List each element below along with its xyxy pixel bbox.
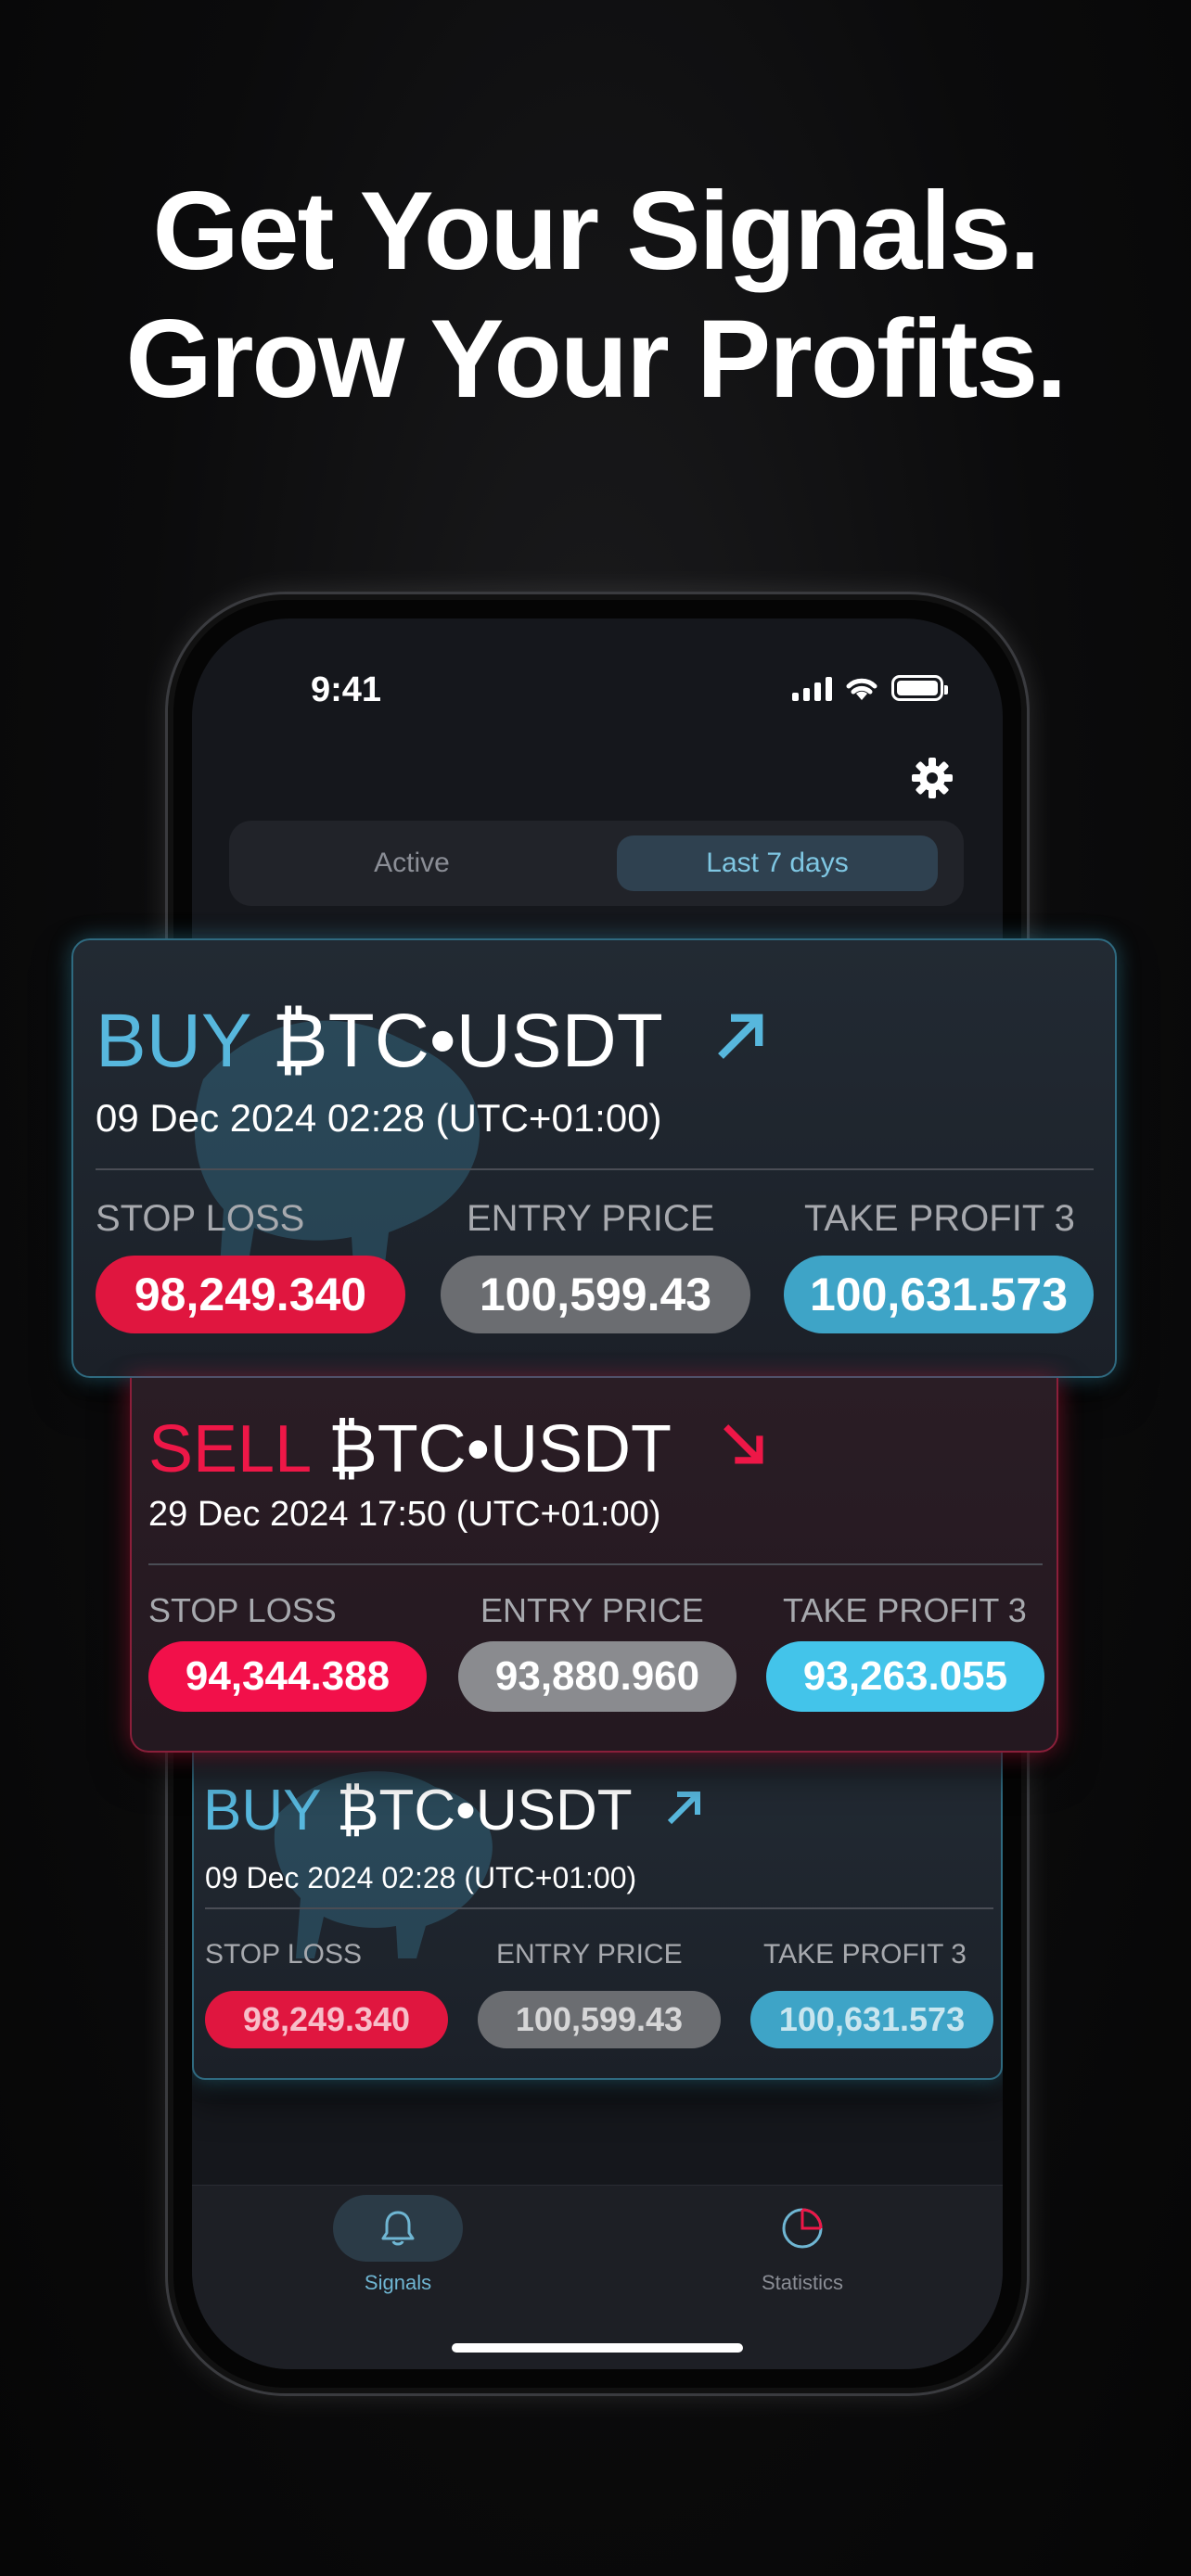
signal-pair: ₿TC•USDT bbox=[327, 1412, 671, 1486]
signal-date: 09 Dec 2024 02:28 (UTC+01:00) bbox=[205, 1861, 637, 1894]
signal-side: BUY bbox=[203, 1779, 321, 1843]
arrow-down-right-icon bbox=[723, 1424, 763, 1464]
stop-loss-label: STOP LOSS bbox=[96, 1198, 305, 1239]
home-indicator bbox=[452, 2343, 743, 2353]
arrow-up-right-icon bbox=[667, 1792, 700, 1825]
wifi-icon bbox=[846, 678, 877, 700]
entry-price-label: ENTRY PRICE bbox=[480, 1591, 704, 1629]
take-profit-value: 93,263.055 bbox=[766, 1641, 1044, 1712]
nav-statistics[interactable]: Statistics bbox=[710, 2195, 895, 2295]
bottom-navigation: Signals Statistics bbox=[192, 2185, 1003, 2369]
stop-loss-label: STOP LOSS bbox=[205, 1939, 362, 1970]
signal-title: BUY ₿TC•USDT bbox=[203, 1778, 707, 1843]
pie-chart-icon bbox=[782, 2208, 823, 2249]
stop-loss-value: 94,344.388 bbox=[148, 1641, 427, 1712]
gear-icon[interactable] bbox=[910, 756, 954, 800]
signal-card-3[interactable]: BUY ₿TC•USDT 09 Dec 2024 02:28 (UTC+01:0… bbox=[192, 1748, 1003, 2080]
signal-pair: ₿TC•USDT bbox=[271, 999, 662, 1083]
card-divider bbox=[205, 1907, 993, 1909]
cellular-signal-icon bbox=[792, 675, 832, 701]
entry-price-value: 100,599.43 bbox=[441, 1256, 750, 1333]
signal-pair: ₿TC•USDT bbox=[336, 1779, 632, 1843]
stop-loss-value: 98,249.340 bbox=[96, 1256, 405, 1333]
card-divider bbox=[148, 1563, 1043, 1565]
signal-date: 09 Dec 2024 02:28 (UTC+01:00) bbox=[96, 1096, 662, 1140]
status-time: 9:41 bbox=[311, 670, 382, 709]
headline: Get Your Signals. Grow Your Profits. bbox=[0, 167, 1191, 423]
take-profit-label: TAKE PROFIT 3 bbox=[783, 1591, 1027, 1629]
tab-active[interactable]: Active bbox=[251, 835, 572, 891]
entry-price-value: 100,599.43 bbox=[478, 1991, 721, 2048]
tab-last-7-days[interactable]: Last 7 days bbox=[617, 835, 938, 891]
signal-card-1[interactable]: BUY ₿TC•USDT 09 Dec 2024 02:28 (UTC+01:0… bbox=[71, 938, 1117, 1378]
stop-loss-label: STOP LOSS bbox=[148, 1591, 337, 1629]
battery-icon bbox=[891, 675, 948, 701]
entry-price-label: ENTRY PRICE bbox=[496, 1939, 683, 1970]
entry-price-value: 93,880.960 bbox=[458, 1641, 736, 1712]
signal-title: SELL ₿TC•USDT bbox=[148, 1411, 771, 1487]
status-icons bbox=[792, 672, 948, 704]
nav-signals-label: Signals bbox=[364, 2271, 432, 2294]
stop-loss-value: 98,249.340 bbox=[205, 1991, 448, 2048]
signal-date: 29 Dec 2024 17:50 (UTC+01:00) bbox=[148, 1495, 661, 1534]
nav-statistics-label: Statistics bbox=[761, 2271, 844, 2294]
headline-line-2: Grow Your Profits. bbox=[125, 297, 1067, 421]
take-profit-value: 100,631.573 bbox=[784, 1256, 1094, 1333]
signal-side: SELL bbox=[148, 1412, 310, 1486]
nav-signals[interactable]: Signals bbox=[305, 2195, 491, 2295]
signal-card-2[interactable]: SELL ₿TC•USDT 29 Dec 2024 17:50 (UTC+01:… bbox=[130, 1378, 1058, 1753]
signal-side: BUY bbox=[96, 999, 251, 1083]
signal-title: BUY ₿TC•USDT bbox=[96, 998, 772, 1085]
headline-line-1: Get Your Signals. bbox=[152, 169, 1040, 293]
arrow-up-right-icon bbox=[718, 1014, 763, 1059]
take-profit-label: TAKE PROFIT 3 bbox=[804, 1198, 1075, 1239]
bell-icon bbox=[381, 2211, 415, 2246]
period-segmented-control: Active Last 7 days bbox=[229, 821, 964, 906]
take-profit-label: TAKE PROFIT 3 bbox=[763, 1939, 967, 1970]
entry-price-label: ENTRY PRICE bbox=[467, 1198, 715, 1239]
take-profit-value: 100,631.573 bbox=[750, 1991, 993, 2048]
card-divider bbox=[96, 1168, 1094, 1170]
